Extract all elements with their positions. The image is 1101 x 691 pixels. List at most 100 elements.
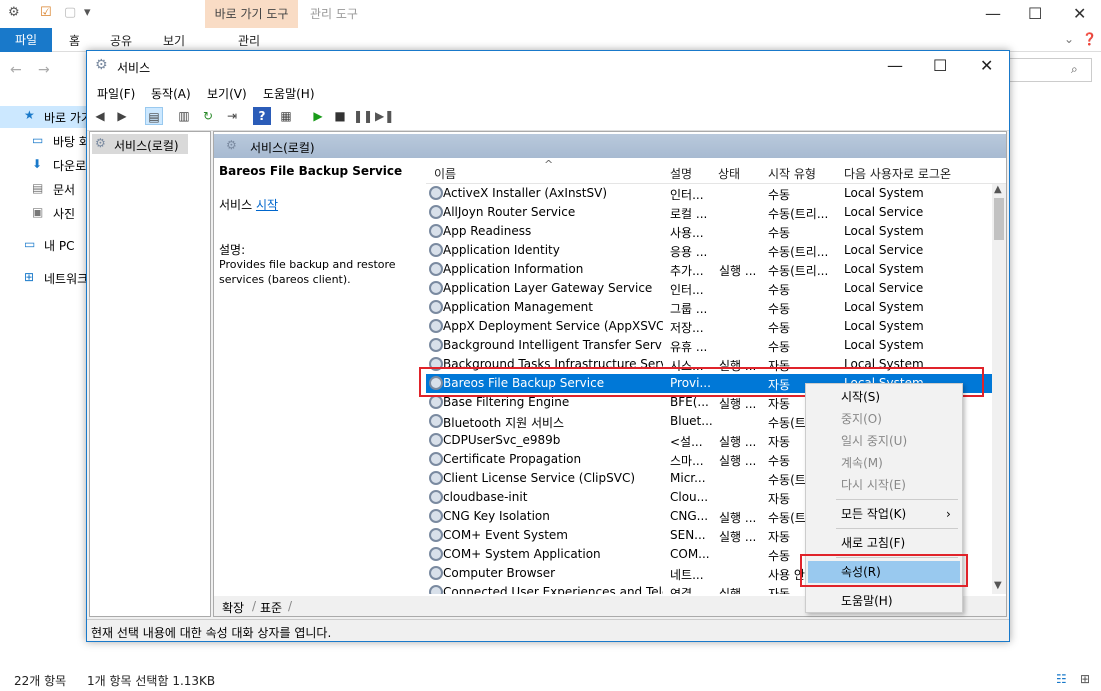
menu-bar: 파일(F) 동작(A) 보기(V) 도움말(H) [87,81,1009,103]
help-icon[interactable]: ? [253,107,271,125]
table-cell: BFE(... [670,395,709,409]
menu-file[interactable]: 파일(F) [97,85,135,102]
menu-resume[interactable]: 계속(M) [808,452,960,474]
export-list-icon[interactable]: ⇥ [223,107,241,125]
column-header: 이름 ^ 설명 상태 시작 유형 다음 사용자로 로그온 [426,158,1006,184]
vertical-scrollbar[interactable]: ▲ ▼ [992,184,1006,594]
status-text: 현재 선택 내용에 대한 속성 대화 상자를 엽니다. [91,626,332,640]
table-row[interactable]: Background Intelligent Transfer Service 유… [426,336,992,355]
maximize-icon[interactable]: ☐ [933,56,947,75]
back-arrow-icon[interactable]: ← [10,62,22,78]
scroll-down-icon[interactable]: ▼ [994,580,1002,591]
forward-icon[interactable]: ▶ [113,107,131,125]
service-gear-icon [429,585,443,594]
tree-item-services-local[interactable]: ⚙ 서비스(로컬) [92,134,188,154]
table-row[interactable]: Application Information 추가... 실행 ... 수동(트리.… [426,260,992,279]
service-gear-icon [429,566,443,580]
table-cell: 수동 [768,188,791,202]
menu-help[interactable]: 도움말(H) [263,85,315,102]
close-icon[interactable]: ✕ [1073,4,1086,23]
table-cell: 실행 ... [719,397,757,411]
scroll-thumb[interactable] [994,198,1004,240]
table-cell: CNG... [670,509,709,523]
column-startup-type[interactable]: 시작 유형 [768,165,816,182]
menu-view[interactable]: 보기(V) [207,85,247,102]
menu-help[interactable]: 도움말(H) [808,590,960,612]
table-cell: SEN... [670,528,706,542]
view-icon[interactable]: ▦ [277,107,295,125]
menu-all-tasks[interactable]: 모든 작업(K) › [808,503,960,525]
column-log-on-as[interactable]: 다음 사용자로 로그온 [844,165,951,182]
start-service-icon[interactable]: ▶ [309,107,327,125]
description-text: Provides file backup and restore service… [219,258,396,286]
column-description[interactable]: 설명 [670,165,692,182]
menu-start[interactable]: 시작(S) [808,386,960,408]
table-cell: AllJoyn Router Service [443,205,576,219]
table-cell: Local System [844,224,924,238]
help-icon[interactable]: ❓ [1082,32,1097,46]
stop-service-icon[interactable]: ■ [331,107,349,125]
table-row[interactable]: Application Layer Gateway Service 인터... 수동… [426,279,992,298]
column-name[interactable]: 이름 [434,165,456,182]
table-row[interactable]: App Readiness 사용... 수동 Local System [426,222,992,241]
nav-item-desktop[interactable]: 바탕 화 [53,133,90,150]
service-gear-icon [429,338,443,352]
pause-service-icon[interactable]: ❚❚ [353,107,373,125]
menu-stop[interactable]: 중지(O) [808,408,960,430]
maximize-icon[interactable]: ☐ [1028,4,1042,23]
services-gear-icon: ⚙ [95,57,108,73]
back-icon[interactable]: ◀ [91,107,109,125]
nav-item-this-pc[interactable]: 내 PC [44,237,74,254]
details-view-icon[interactable]: ☷ [1056,672,1067,686]
nav-item-network[interactable]: 네트워크 [44,270,88,287]
ribbon-tab-manage[interactable]: 관리 [238,32,260,49]
minimize-icon[interactable]: — [887,56,903,75]
restart-service-icon[interactable]: ▶❚ [375,107,394,125]
ribbon-tab-view[interactable]: 보기 [163,32,185,49]
ribbon-file-tab[interactable]: 파일 [0,28,52,52]
column-status[interactable]: 상태 [718,165,740,182]
large-icons-view-icon[interactable]: ⊞ [1080,672,1090,686]
table-row[interactable]: Application Identity 응용 ... 수동(트리... Local … [426,241,992,260]
table-cell: 스마... [670,454,704,468]
menu-refresh[interactable]: 새로 고침(F) [808,532,960,554]
nav-item-quick-access[interactable]: 바로 가기 [44,109,92,126]
chevron-down-icon[interactable]: ⌄ [1064,32,1074,46]
service-gear-icon [429,186,443,200]
table-cell: 추가... [670,264,704,278]
table-cell: 수동(트리... [768,245,829,259]
tab-standard[interactable]: 표준 [260,599,282,616]
forward-arrow-icon[interactable]: → [38,62,50,78]
scroll-up-icon[interactable]: ▲ [994,184,1002,195]
table-cell: Computer Browser [443,566,556,580]
table-cell: Local System [844,338,924,352]
table-cell: 저장... [670,321,704,335]
table-row[interactable]: AllJoyn Router Service 로컬 ... 수동(트리... Loca… [426,203,992,222]
table-cell: Background Intelligent Transfer Service [443,338,663,352]
show-tree-icon[interactable]: ▤ [145,107,163,125]
tab-extended[interactable]: 확장 [222,599,244,616]
start-service-link[interactable]: 시작 [256,198,278,212]
ribbon-tab-home[interactable]: 홈 [69,32,80,49]
nav-item-downloads[interactable]: 다운로 [53,157,86,174]
table-row[interactable]: AppX Deployment Service (AppXSVC) 저장... 수동… [426,317,992,336]
search-input[interactable]: ⌕ [1008,58,1092,82]
table-row[interactable]: ActiveX Installer (AxInstSV) 인터... 수동 Local… [426,184,992,203]
table-cell: AppX Deployment Service (AppXSVC) [443,319,663,333]
menu-pause[interactable]: 일시 중지(U) [808,430,960,452]
table-row[interactable]: Application Management 그룹 ... 수동 Local Syst… [426,298,992,317]
menu-all-tasks-label: 모든 작업(K) [841,507,907,521]
minimize-icon[interactable]: — [985,4,1001,23]
table-cell: Local System [844,186,924,200]
service-gear-icon [429,300,443,314]
service-gear-icon [429,262,443,276]
ribbon-tab-share[interactable]: 공유 [110,32,132,49]
properties-sheet-icon[interactable]: ▥ [175,107,193,125]
refresh-icon[interactable]: ↻ [199,107,217,125]
nav-item-documents[interactable]: 문서 [53,181,75,198]
menu-action[interactable]: 동작(A) [151,85,191,102]
nav-item-pictures[interactable]: 사진 [53,205,75,222]
close-icon[interactable]: ✕ [980,56,993,75]
network-icon: ⊞ [24,270,35,284]
menu-restart[interactable]: 다시 시작(E) [808,474,960,496]
